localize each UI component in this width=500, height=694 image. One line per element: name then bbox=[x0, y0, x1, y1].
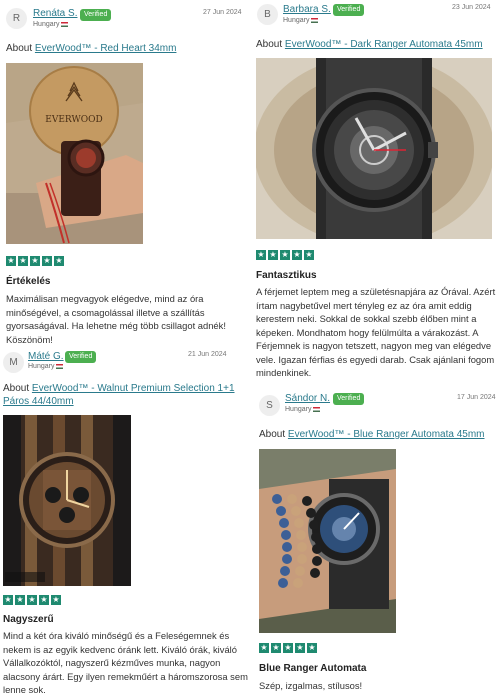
star-icon: ★ bbox=[30, 256, 40, 266]
star-icon: ★ bbox=[307, 643, 317, 653]
review-title: Értékelés bbox=[6, 276, 51, 287]
star-icon: ★ bbox=[3, 595, 13, 605]
verified-badge: Verified bbox=[333, 4, 365, 16]
star-icon: ★ bbox=[42, 256, 52, 266]
verified-badge: Verified bbox=[80, 9, 112, 21]
about-product: About EverWood™ - Blue Ranger Automata 4… bbox=[259, 429, 485, 440]
reviewer-name[interactable]: Sándor N. bbox=[285, 393, 330, 404]
review-card: S Sándor N. Verified Hungary 17 Jun 2024… bbox=[253, 390, 500, 694]
star-icon: ★ bbox=[27, 595, 37, 605]
hungary-flag-icon bbox=[61, 21, 69, 27]
star-icon: ★ bbox=[259, 643, 269, 653]
avatar: M bbox=[3, 352, 24, 373]
rating-stars: ★ ★ ★ ★ ★ bbox=[6, 256, 64, 266]
product-link-continued[interactable]: Páros 44/40mm bbox=[3, 396, 74, 407]
reviewer-name[interactable]: Barbara S. bbox=[283, 4, 331, 15]
about-product: About EverWood™ - Walnut Premium Selecti… bbox=[3, 383, 235, 394]
product-link[interactable]: EverWood™ - Red Heart 34mm bbox=[35, 43, 177, 54]
product-link[interactable]: EverWood™ - Blue Ranger Automata 45mm bbox=[288, 429, 485, 440]
review-card: M Máté G. Verified Hungary 21 Jun 2024 A… bbox=[0, 346, 250, 694]
reviewer-name[interactable]: Máté G. bbox=[28, 351, 64, 362]
review-title: Nagyszerű bbox=[3, 614, 54, 625]
review-date: 23 Jun 2024 bbox=[452, 4, 491, 11]
star-icon: ★ bbox=[304, 250, 314, 260]
avatar: S bbox=[259, 395, 280, 416]
star-icon: ★ bbox=[295, 643, 305, 653]
star-icon: ★ bbox=[39, 595, 49, 605]
reviewer-name[interactable]: Renáta S. bbox=[33, 8, 77, 19]
review-card: R Renáta S. Verified Hungary 27 Jun 2024… bbox=[0, 0, 250, 350]
verified-badge: Verified bbox=[333, 393, 365, 405]
star-icon: ★ bbox=[256, 250, 266, 260]
reviewer-country: Hungary bbox=[33, 21, 69, 28]
review-body: A férjemet leptem meg a születésnapjára … bbox=[256, 286, 496, 378]
review-photo[interactable] bbox=[256, 58, 492, 239]
reviewer-country: Hungary bbox=[283, 17, 319, 24]
verified-badge: Verified bbox=[65, 351, 97, 363]
review-body: Szép, izgalmas, stílusos! bbox=[259, 680, 363, 691]
star-icon: ★ bbox=[18, 256, 28, 266]
about-product: About EverWood™ - Red Heart 34mm bbox=[6, 43, 177, 54]
rating-stars: ★ ★ ★ ★ ★ bbox=[3, 595, 61, 605]
review-title: Fantasztikus bbox=[256, 270, 317, 281]
product-link[interactable]: EverWood™ - Walnut Premium Selection 1+1 bbox=[32, 383, 235, 394]
review-photo[interactable] bbox=[3, 415, 131, 586]
review-body: Maximálisan megvagyok elégedve, mind az … bbox=[6, 293, 226, 345]
review-date: 21 Jun 2024 bbox=[188, 351, 227, 358]
reviewer-country: Hungary bbox=[28, 363, 64, 370]
rating-stars: ★ ★ ★ ★ ★ bbox=[256, 250, 314, 260]
avatar: B bbox=[257, 4, 278, 25]
hungary-flag-icon bbox=[311, 17, 319, 23]
star-icon: ★ bbox=[6, 256, 16, 266]
product-link[interactable]: EverWood™ - Dark Ranger Automata 45mm bbox=[285, 39, 483, 50]
star-icon: ★ bbox=[268, 250, 278, 260]
about-product: About EverWood™ - Dark Ranger Automata 4… bbox=[256, 39, 483, 50]
review-date: 27 Jun 2024 bbox=[203, 9, 242, 16]
hungary-flag-icon bbox=[313, 406, 321, 412]
avatar: R bbox=[6, 8, 27, 29]
star-icon: ★ bbox=[283, 643, 293, 653]
review-photo[interactable]: EVERWOOD bbox=[6, 63, 143, 244]
star-icon: ★ bbox=[15, 595, 25, 605]
review-card: B Barbara S. Verified Hungary 23 Jun 202… bbox=[253, 0, 500, 390]
review-title: Blue Ranger Automata bbox=[259, 663, 367, 674]
review-date: 17 Jun 2024 bbox=[457, 394, 496, 401]
review-photo[interactable] bbox=[259, 449, 396, 633]
star-icon: ★ bbox=[51, 595, 61, 605]
review-body: Mind a két óra kiváló minőségű és a Fele… bbox=[3, 630, 248, 694]
star-icon: ★ bbox=[280, 250, 290, 260]
rating-stars: ★ ★ ★ ★ ★ bbox=[259, 643, 317, 653]
box-logo-text: EVERWOOD bbox=[45, 115, 102, 125]
star-icon: ★ bbox=[54, 256, 64, 266]
star-icon: ★ bbox=[292, 250, 302, 260]
star-icon: ★ bbox=[271, 643, 281, 653]
hungary-flag-icon bbox=[56, 363, 64, 369]
reviewer-country: Hungary bbox=[285, 406, 321, 413]
